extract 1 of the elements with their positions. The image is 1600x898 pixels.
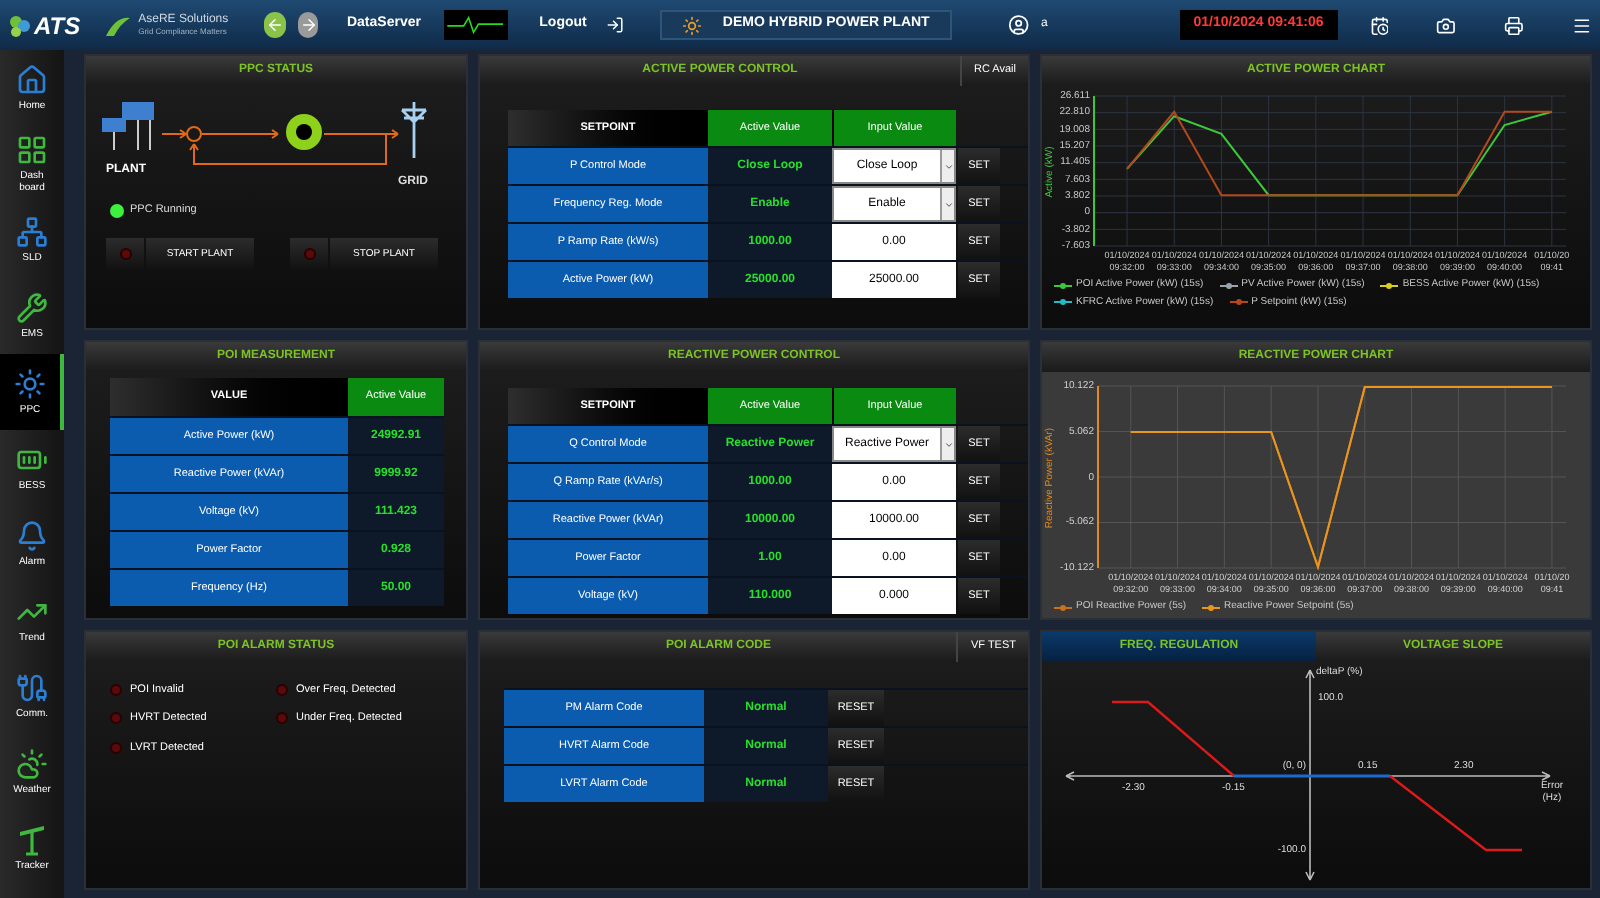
logo-text: ATS <box>34 9 81 43</box>
